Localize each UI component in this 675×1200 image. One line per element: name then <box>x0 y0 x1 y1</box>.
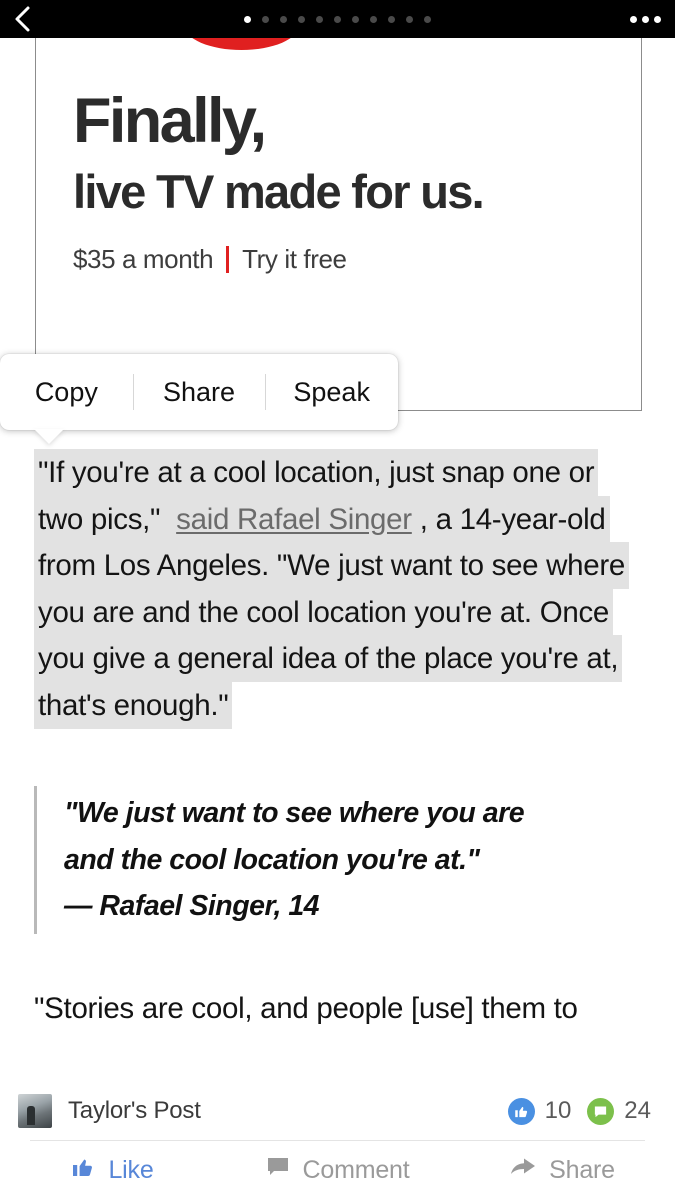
page-dot[interactable] <box>298 15 305 23</box>
ad-content: Finally, live TV made for us. $35 a mont… <box>73 90 625 275</box>
top-navigation-bar <box>0 0 675 38</box>
thumbs-up-icon <box>71 1155 95 1186</box>
comment-button[interactable]: Comment <box>225 1155 450 1186</box>
page-dot[interactable] <box>424 15 431 23</box>
overflow-menu-button[interactable] <box>630 0 661 38</box>
overflow-menu-icon <box>654 15 661 23</box>
pull-quote-line2: and the cool location you're at." <box>64 843 480 876</box>
page-dot[interactable] <box>388 15 395 23</box>
post-title: Taylor's Post <box>68 1097 201 1124</box>
reaction-counts[interactable]: 10 24 <box>507 1082 657 1140</box>
ad-headline-line1: Finally, <box>73 86 267 156</box>
article-body: "If you're at a cool location, just snap… <box>0 449 675 1032</box>
page-indicator-dots <box>0 0 675 38</box>
page-dot[interactable] <box>244 15 251 23</box>
overflow-menu-icon <box>642 15 649 23</box>
page-dot[interactable] <box>370 15 377 23</box>
share-button[interactable]: Share <box>450 1155 675 1186</box>
share-arrow-icon <box>510 1155 536 1186</box>
page-dot[interactable] <box>280 15 287 23</box>
like-button[interactable]: Like <box>0 1155 225 1186</box>
menu-item-speak[interactable]: Speak <box>265 368 398 416</box>
ad-price: $35 a month <box>73 244 214 275</box>
pull-quote-attribution: — Rafael Singer, 14 <box>64 890 320 922</box>
post-summary-row[interactable]: Taylor's Post 10 24 <box>0 1082 675 1140</box>
pull-quote: "We just want to see where you are and t… <box>34 786 634 934</box>
page-dot[interactable] <box>352 15 359 23</box>
post-thumbnail <box>18 1094 52 1128</box>
source-link[interactable]: said Rafael Singer <box>172 495 416 543</box>
page-dot[interactable] <box>262 15 269 23</box>
pull-quote-line1: "We just want to see where you are <box>64 797 525 829</box>
comment-button-label: Comment <box>302 1155 410 1184</box>
comment-bubble-icon <box>587 1097 615 1125</box>
comment-icon <box>266 1155 290 1186</box>
menu-item-share[interactable]: Share <box>132 368 266 416</box>
page-dot[interactable] <box>334 15 341 23</box>
ad-cta-link[interactable]: Try it free <box>242 244 347 275</box>
page-dot[interactable] <box>406 15 413 23</box>
ad-headline-line2: live TV made for us. <box>73 165 485 218</box>
post-footer-bar: Taylor's Post 10 24 Like Comment Share <box>0 1082 675 1200</box>
paragraph-selected[interactable]: "If you're at a cool location, just snap… <box>0 449 675 729</box>
share-button-label: Share <box>549 1155 615 1184</box>
like-count: 10 <box>544 1097 572 1124</box>
comment-count: 24 <box>624 1097 651 1124</box>
menu-item-copy[interactable]: Copy <box>0 368 133 416</box>
like-button-label: Like <box>108 1155 154 1184</box>
selection-menu-pointer <box>34 429 64 444</box>
post-action-bar: Like Comment Share <box>0 1141 675 1199</box>
page-dot[interactable] <box>316 15 323 23</box>
thumbs-up-icon <box>507 1097 535 1125</box>
overflow-menu-icon <box>630 15 637 23</box>
ad-subline: $35 a month Try it free <box>73 244 625 275</box>
text-selection-menu[interactable]: Copy Share Speak <box>0 354 398 430</box>
app-screen: Finally, live TV made for us. $35 a mont… <box>0 0 675 1200</box>
ad-divider <box>226 246 230 274</box>
paragraph-next: "Stories are cool, and people [use] them… <box>34 991 578 1025</box>
brand-logo-shape <box>184 38 299 50</box>
